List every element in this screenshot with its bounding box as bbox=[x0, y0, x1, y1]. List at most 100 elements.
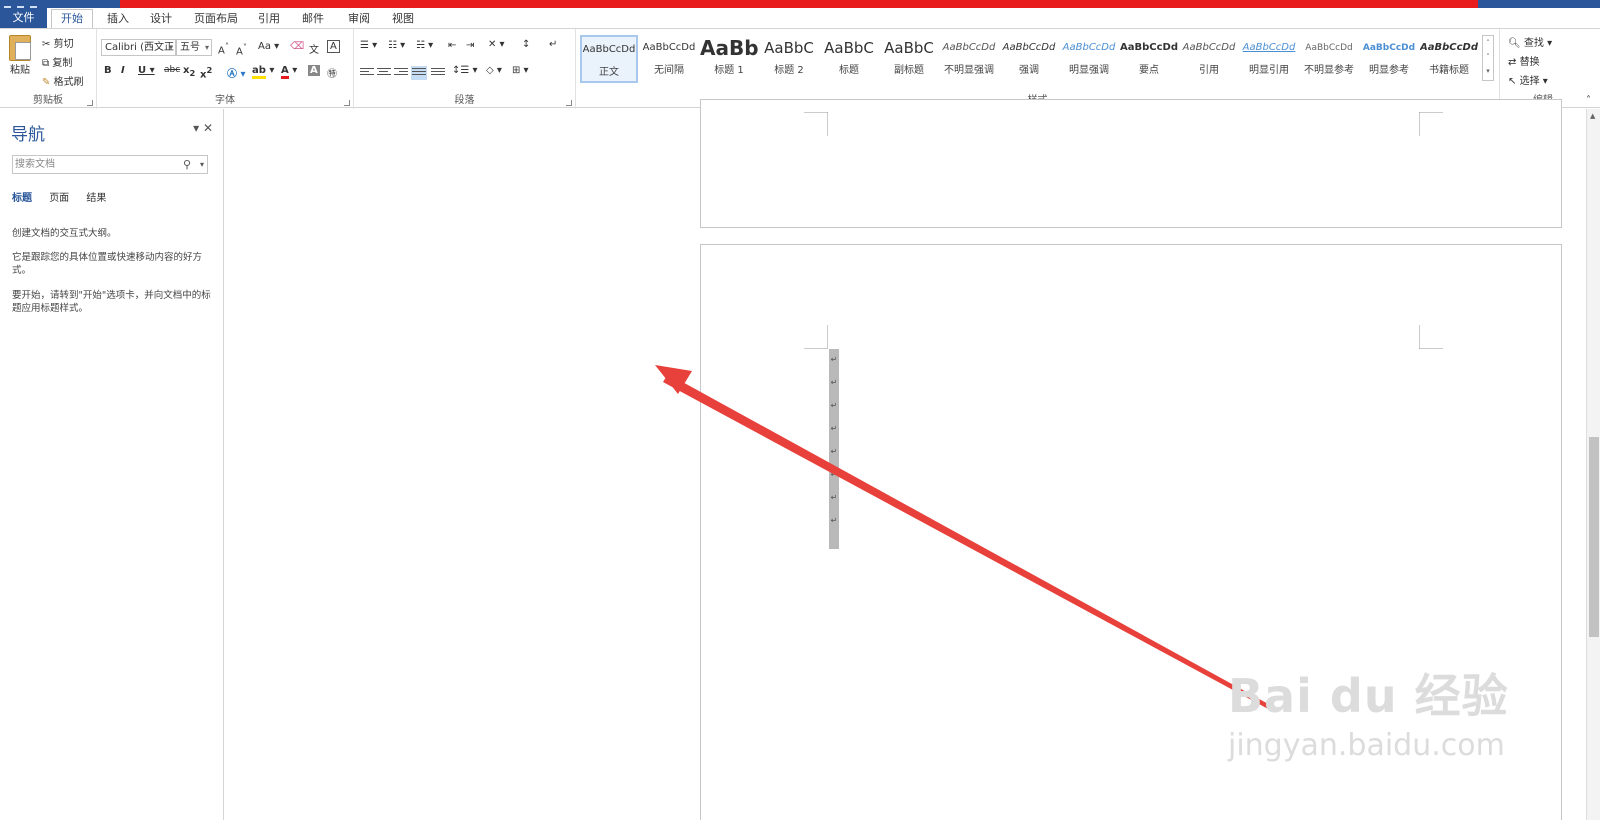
underline-button[interactable]: U ▾ bbox=[138, 65, 155, 76]
phonetic-guide-icon[interactable]: 文 bbox=[309, 41, 319, 56]
superscript-button[interactable]: x2 bbox=[200, 65, 212, 80]
crop-mark-top-right bbox=[1419, 325, 1443, 349]
chevron-down-icon[interactable]: ▾ bbox=[193, 121, 199, 135]
find-label: 查找 bbox=[1523, 38, 1544, 49]
collapse-ribbon-icon[interactable]: ˄ bbox=[1586, 95, 1591, 106]
brush-icon: ✎ bbox=[42, 77, 51, 88]
highlighter-icon: ab bbox=[252, 65, 266, 79]
baidu-watermark: Bai du 经验 jingyan.baidu.com bbox=[1228, 660, 1509, 763]
subscript-button[interactable]: x2 bbox=[183, 65, 195, 78]
nav-search-input[interactable]: 搜索文档 ⚲ ▾ bbox=[12, 155, 208, 174]
font-size-combo[interactable]: 五号 ▾ bbox=[176, 39, 212, 56]
editing-group: 🔍︎ 查找 ▾ ⇄ 替换 ↖ 选择 ▾ 编辑 bbox=[1500, 29, 1586, 109]
justify-icon[interactable] bbox=[411, 66, 427, 80]
selected-paragraphs[interactable]: ↵ ↵ ↵ ↵ ↵ ↵ ↵ ↵ bbox=[829, 349, 839, 549]
line-spacing-icon[interactable]: ↕☰ ▾ bbox=[452, 65, 478, 76]
paragraph-mark: ↵ bbox=[830, 355, 838, 364]
watermark-url: jingyan.baidu.com bbox=[1228, 728, 1505, 763]
tab-design[interactable]: 设计 bbox=[142, 10, 180, 28]
copy-button[interactable]: ⧉ 复制 bbox=[42, 54, 72, 69]
quick-access-toolbar[interactable] bbox=[4, 0, 43, 10]
numbering-icon[interactable]: ☷ ▾ bbox=[388, 40, 405, 51]
align-right-icon[interactable] bbox=[394, 68, 408, 79]
enclose-characters-icon[interactable]: ㊕ bbox=[327, 65, 337, 80]
nav-tab-pages[interactable]: 页面 bbox=[49, 193, 69, 204]
clipboard-launcher[interactable] bbox=[87, 100, 93, 106]
tab-home[interactable]: 开始 bbox=[51, 9, 93, 29]
navigation-pane: 导航 ▾ ✕ 搜索文档 ⚲ ▾ 标题 页面 结果 创建文档的交互式大纲。 它是跟… bbox=[0, 109, 224, 820]
align-center-icon[interactable] bbox=[377, 68, 391, 79]
text-effects-button[interactable]: Ⓐ ▾ bbox=[227, 65, 246, 80]
crop-mark-top-left bbox=[804, 112, 828, 136]
tab-review[interactable]: 审阅 bbox=[340, 10, 378, 28]
show-marks-icon[interactable]: ↵ bbox=[549, 39, 557, 50]
character-border-icon[interactable]: A bbox=[327, 40, 340, 53]
replace-button[interactable]: ⇄ 替换 bbox=[1508, 53, 1540, 68]
format-painter-button[interactable]: ✎ 格式刷 bbox=[42, 73, 84, 88]
paragraph-mark: ↵ bbox=[830, 470, 838, 479]
distributed-icon[interactable] bbox=[431, 68, 445, 79]
borders-icon[interactable]: ⊞ ▾ bbox=[512, 65, 529, 76]
nav-help-text-1: 创建文档的交互式大纲。 bbox=[12, 228, 117, 239]
sort-icon[interactable]: ↕ bbox=[522, 39, 530, 50]
find-button[interactable]: 🔍︎ 查找 ▾ bbox=[1508, 34, 1552, 49]
change-case-button[interactable]: Aa ▾ bbox=[258, 41, 279, 52]
font-group: Calibri (西文正 ▾ 五号 ▾ A˄ A˅ Aa ▾ ⌫ 文 A B I U… bbox=[97, 29, 354, 109]
highlight-button[interactable]: ab ▾ bbox=[252, 65, 274, 79]
clear-formatting-icon[interactable]: ⌫ bbox=[290, 41, 304, 52]
font-name-value: Calibri (西文正 bbox=[105, 42, 174, 53]
window-title-banner bbox=[120, 0, 1478, 8]
multilevel-list-icon[interactable]: ☵ ▾ bbox=[416, 40, 433, 51]
shading-icon[interactable]: ◇ ▾ bbox=[486, 65, 502, 76]
paragraph-mark: ↵ bbox=[830, 447, 838, 456]
replace-label: 替换 bbox=[1519, 57, 1540, 68]
bold-button[interactable]: B bbox=[104, 65, 112, 76]
tab-insert[interactable]: 插入 bbox=[99, 10, 137, 28]
cut-button[interactable]: ✂ 剪切 bbox=[42, 35, 74, 50]
scissors-icon: ✂ bbox=[42, 39, 51, 50]
format-painter-label: 格式刷 bbox=[53, 77, 84, 88]
font-color-button[interactable]: A ▾ bbox=[281, 65, 297, 79]
paste-icon bbox=[9, 35, 31, 61]
chevron-down-icon: ▾ bbox=[168, 43, 173, 52]
change-case-label: Aa bbox=[258, 41, 271, 52]
chevron-down-icon[interactable]: ▾ bbox=[200, 156, 204, 173]
increase-indent-icon[interactable]: ⇥ bbox=[466, 40, 474, 51]
close-icon[interactable]: ✕ bbox=[203, 121, 213, 135]
bullets-icon[interactable]: ☰ ▾ bbox=[360, 40, 377, 51]
font-launcher[interactable] bbox=[344, 100, 350, 106]
select-button[interactable]: ↖ 选择 ▾ bbox=[1508, 72, 1548, 87]
tab-file[interactable]: 文件 bbox=[0, 8, 47, 28]
chinese-layout-icon[interactable]: ✕ ▾ bbox=[488, 39, 505, 50]
grow-font-button[interactable]: A˄ bbox=[218, 41, 229, 56]
strikethrough-button[interactable]: abc bbox=[164, 65, 180, 75]
paste-label: 粘贴 bbox=[10, 65, 30, 76]
paragraph-launcher[interactable] bbox=[566, 100, 572, 106]
ribbon: 粘贴 ✂ 剪切 ⧉ 复制 ✎ 格式刷 剪贴板 Calibri (西文正 ▾ 五号 ▾… bbox=[0, 28, 1600, 109]
font-name-combo[interactable]: Calibri (西文正 ▾ bbox=[101, 39, 176, 56]
character-shading-icon[interactable]: A bbox=[308, 65, 320, 76]
paste-button[interactable]: 粘贴 bbox=[9, 35, 31, 76]
tab-view[interactable]: 视图 bbox=[384, 10, 422, 28]
nav-tab-headings[interactable]: 标题 bbox=[12, 193, 32, 204]
scrollbar-thumb[interactable] bbox=[1589, 437, 1599, 637]
clipboard-group-label: 剪贴板 bbox=[33, 95, 63, 106]
scroll-up-icon[interactable]: ▲ bbox=[1590, 112, 1595, 120]
document-page-1[interactable] bbox=[700, 99, 1562, 228]
align-left-icon[interactable] bbox=[360, 68, 374, 79]
italic-button[interactable]: I bbox=[121, 65, 125, 76]
paragraph-mark: ↵ bbox=[830, 378, 838, 387]
crop-mark-top-right bbox=[1419, 112, 1443, 136]
shrink-font-button[interactable]: A˅ bbox=[236, 42, 247, 57]
tab-references[interactable]: 引用 bbox=[250, 10, 288, 28]
search-icon[interactable]: ⚲ bbox=[183, 156, 191, 173]
cut-label: 剪切 bbox=[53, 39, 74, 50]
clipboard-group: 粘贴 ✂ 剪切 ⧉ 复制 ✎ 格式刷 剪贴板 bbox=[0, 29, 97, 109]
nav-tab-results[interactable]: 结果 bbox=[86, 193, 106, 204]
decrease-indent-icon[interactable]: ⇤ bbox=[448, 40, 456, 51]
tab-page-layout[interactable]: 页面布局 bbox=[188, 10, 244, 28]
tab-mailings[interactable]: 邮件 bbox=[294, 10, 332, 28]
binoculars-icon: 🔍︎ bbox=[1508, 38, 1521, 49]
vertical-scrollbar[interactable]: ▲ bbox=[1586, 109, 1600, 820]
copy-icon: ⧉ bbox=[42, 58, 50, 69]
